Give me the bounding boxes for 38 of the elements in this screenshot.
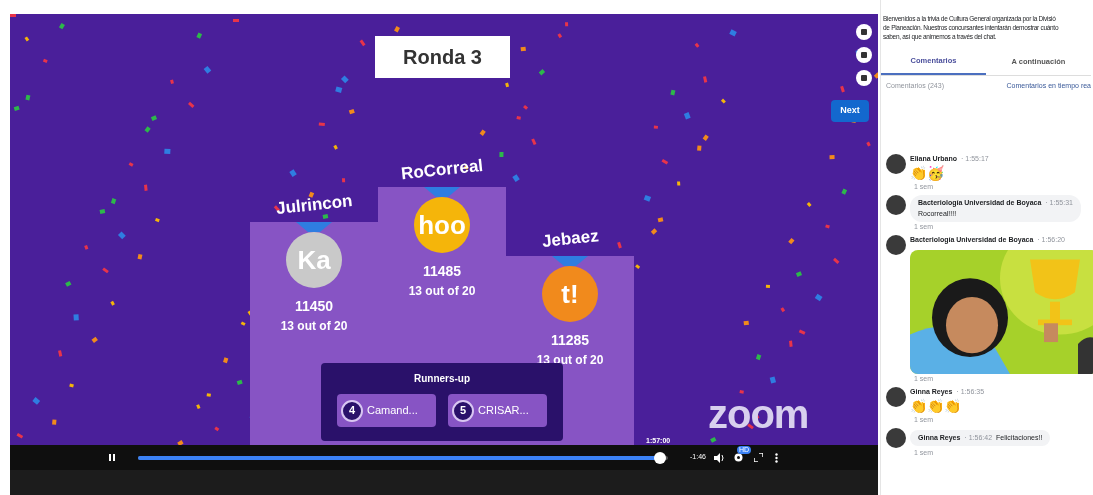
progress-thumb[interactable] [654,451,667,464]
pause-button[interactable] [106,451,118,464]
sound-button[interactable] [856,47,872,63]
medal-avatar: t! [542,266,598,322]
user-avatar[interactable] [886,235,906,255]
fullscreen-button[interactable] [856,24,872,40]
player-name: Jebaez [540,225,600,253]
more-icon[interactable] [774,452,778,463]
player-score: 11485 [422,262,462,281]
correct-count: 13 out of 20 [408,283,476,300]
emoji-reaction: 👏 [910,164,927,182]
rank-number: 5 [452,399,474,422]
fullscreen-icon[interactable] [753,453,763,462]
player-name: RoCorreal [399,154,485,186]
settings-icon[interactable] [732,452,744,463]
medal-avatar: hoo [414,197,470,253]
user-avatar[interactable] [886,195,906,215]
pause-icon [109,454,115,461]
round-title: Ronda 3 [403,45,482,70]
runner-up-name: CRISAR... [478,403,529,419]
user-avatar[interactable] [886,153,906,174]
player-score: 11450 [294,297,334,316]
next-button[interactable]: Next [831,100,869,122]
user-avatar[interactable] [886,386,906,407]
runners-up-title: Runners-up [413,372,471,386]
runner-up-name: Camand... [367,403,418,419]
zoom-logo: zoom [708,391,809,438]
skip-button[interactable] [856,70,872,86]
rank-number: 4 [341,399,363,422]
emoji-reaction: 👏 [944,397,961,415]
user-avatar[interactable] [886,428,906,448]
correct-count: 13 out of 20 [280,318,348,335]
player-name: Julrincon [274,190,354,220]
emoji-reaction: 🥳 [927,164,944,182]
volume-icon[interactable] [713,452,725,463]
emoji-reaction: 👏 [910,397,927,415]
emoji-reaction: 👏 [927,397,944,415]
player-score: 11285 [550,331,590,350]
